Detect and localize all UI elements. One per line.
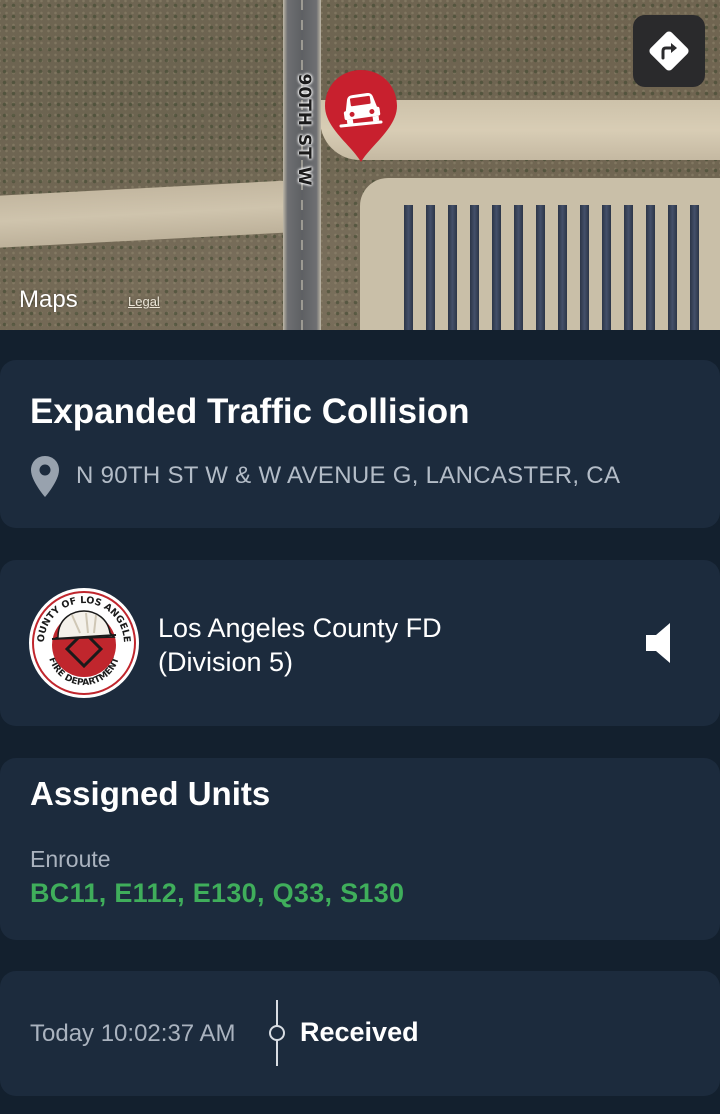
- maps-brand: Maps: [18, 286, 78, 314]
- timeline-timestamp: Today 10:02:37 AM: [30, 1020, 236, 1047]
- directions-button[interactable]: [633, 15, 705, 87]
- map-street-label: 90TH ST W: [294, 73, 314, 187]
- map-solar-row: [514, 205, 523, 330]
- map-solar-row: [624, 205, 633, 330]
- map-solar-row: [492, 205, 501, 330]
- timeline-status: Received: [300, 1017, 419, 1047]
- agency-name: Los Angeles County FD (Division 5): [158, 611, 442, 679]
- speaker-icon[interactable]: [644, 621, 676, 665]
- map-solar-row: [470, 205, 479, 330]
- car-crash-icon: [325, 70, 397, 162]
- map-solar-row: [602, 205, 611, 330]
- legal-link[interactable]: Legal: [128, 294, 160, 309]
- incident-card: [0, 360, 720, 528]
- maps-brand-label: Maps: [19, 286, 78, 313]
- map-solar-row: [426, 205, 435, 330]
- timeline-dot: [269, 1025, 285, 1041]
- agency-name-line1: Los Angeles County FD: [158, 613, 442, 643]
- map-solar-row: [448, 205, 457, 330]
- incident-map[interactable]: 90TH ST W Maps Legal: [0, 0, 720, 330]
- incident-address: N 90TH ST W & W AVENUE G, LANCASTER, CA: [76, 462, 621, 489]
- map-solar-row: [580, 205, 589, 330]
- map-solar-row: [558, 205, 567, 330]
- map-solar-row: [404, 205, 413, 330]
- assigned-units-title: Assigned Units: [30, 775, 271, 812]
- map-solar-row: [690, 205, 699, 330]
- incident-title: Expanded Traffic Collision: [30, 392, 470, 431]
- incident-marker[interactable]: [322, 68, 400, 164]
- agency-logo: COUNTY OF LOS ANGELES FIRE DEPARTMENT: [28, 587, 139, 698]
- map-solar-row: [536, 205, 545, 330]
- location-pin-icon: [31, 456, 59, 497]
- units-list: BC11, E112, E130, Q33, S130: [30, 878, 405, 908]
- units-status-label: Enroute: [30, 846, 111, 872]
- map-solar-row: [668, 205, 677, 330]
- agency-name-line2: (Division 5): [158, 647, 294, 677]
- map-solar-row: [646, 205, 655, 330]
- directions-icon: [649, 31, 689, 71]
